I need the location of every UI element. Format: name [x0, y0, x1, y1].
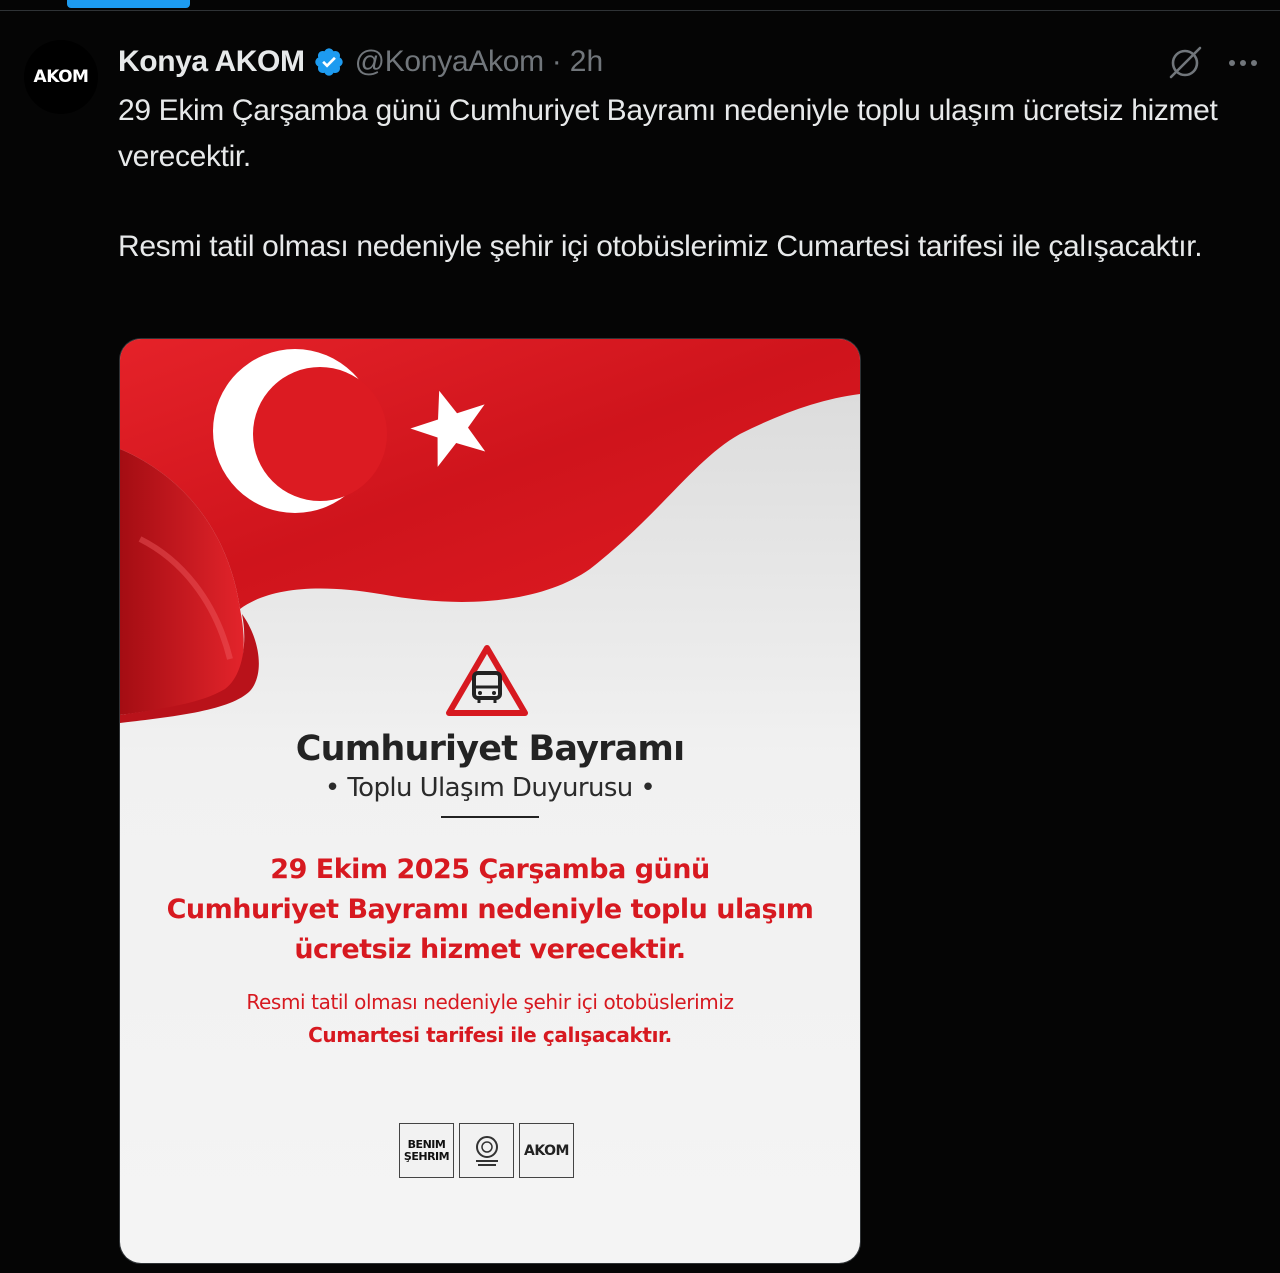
tweet-paragraph: Resmi tatil olması nedeniyle şehir içi o… [118, 230, 1203, 263]
poster-content: Cumhuriyet Bayramı • Toplu Ulaşım Duyuru… [120, 339, 860, 1263]
handle[interactable]: @KonyaAkom [355, 45, 545, 79]
tweet-paragraph: 29 Ekim Çarşamba günü Cumhuriyet Bayramı… [118, 94, 1218, 173]
benim-sehrim-logo: BENIM ŞEHRIM [399, 1123, 454, 1178]
avatar[interactable]: AKOM [24, 40, 98, 114]
partner-logos: BENIM ŞEHRIM AKOM [399, 1123, 574, 1178]
separator-dot: · [551, 45, 562, 78]
poster-body: Resmi tatil olması nedeniyle şehir içi o… [120, 986, 860, 1052]
poster-body-line: Resmi tatil olması nedeniyle şehir içi o… [246, 990, 734, 1014]
poster-subtitle: • Toplu Ulaşım Duyurusu • [324, 773, 656, 803]
poster-divider [441, 816, 539, 818]
poster-body-line: Cumartesi tarifesi ile çalışacaktır. [308, 1023, 672, 1047]
bus-warning-icon [446, 645, 528, 716]
logo-text: AKOM [524, 1142, 569, 1159]
akom-logo: AKOM [519, 1123, 574, 1178]
display-name[interactable]: Konya AKOM [118, 45, 305, 79]
timestamp[interactable]: 2h [570, 45, 603, 79]
top-divider [0, 10, 1280, 11]
municipality-seal-logo [459, 1123, 514, 1178]
active-tab-indicator [67, 0, 190, 8]
poster-headline: 29 Ekim 2025 Çarşamba günü Cumhuriyet Ba… [120, 850, 860, 970]
grok-icon[interactable] [1166, 44, 1204, 82]
verified-badge-icon[interactable] [313, 46, 345, 78]
poster-headline-line: ücretsiz hizmet verecektir. [294, 934, 686, 965]
poster-headline-line: 29 Ekim 2025 Çarşamba günü [270, 854, 710, 885]
more-icon[interactable] [1224, 48, 1262, 78]
tweet-media-image[interactable]: Cumhuriyet Bayramı • Toplu Ulaşım Duyuru… [119, 338, 861, 1264]
poster-title: Cumhuriyet Bayramı [295, 729, 685, 769]
seal-icon [475, 1135, 498, 1166]
logo-text: BENIM [407, 1137, 446, 1151]
avatar-logo-text: AKOM [33, 67, 89, 87]
poster-headline-line: Cumhuriyet Bayramı nedeniyle toplu ulaşı… [166, 894, 814, 925]
tweet-header: Konya AKOM @KonyaAkom · 2h [118, 42, 603, 82]
logo-text: ŞEHRIM [403, 1149, 450, 1163]
tweet-text: 29 Ekim Çarşamba günü Cumhuriyet Bayramı… [118, 88, 1228, 270]
